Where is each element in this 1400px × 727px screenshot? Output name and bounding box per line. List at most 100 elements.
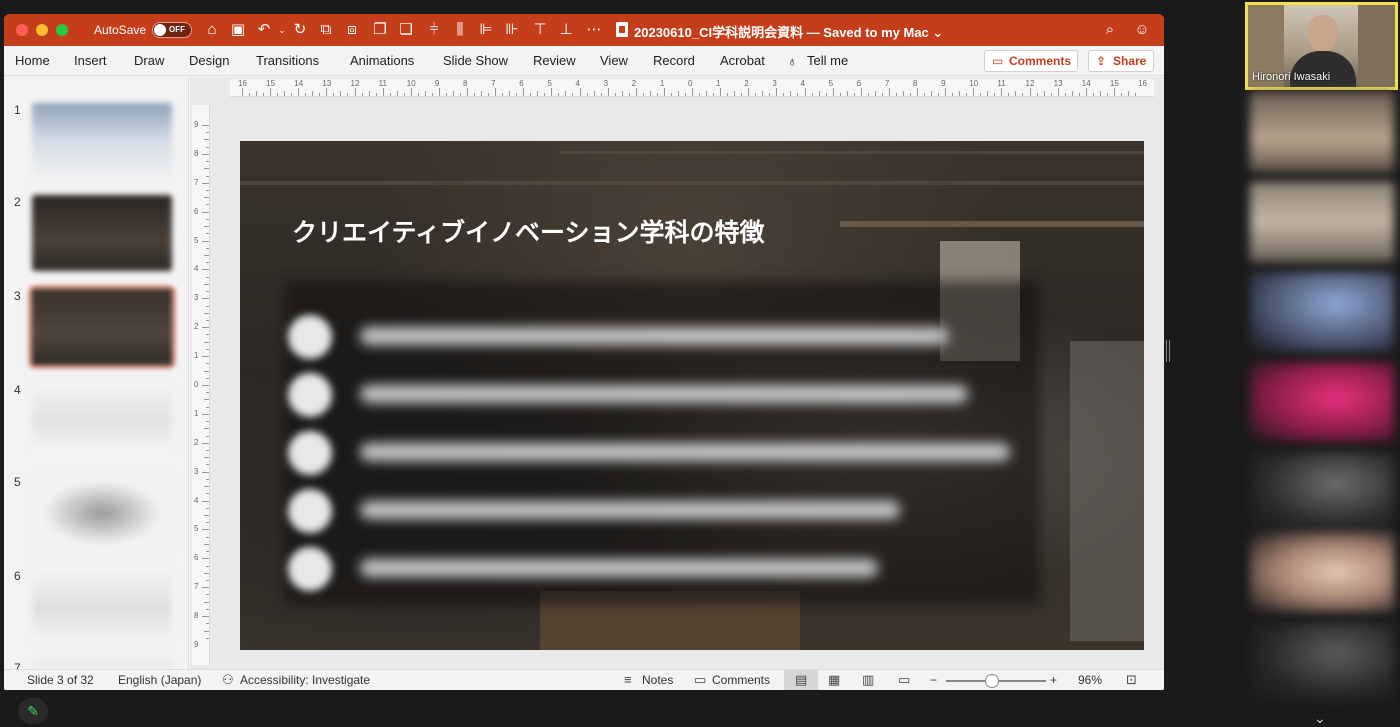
tab-insert[interactable]: Insert [74,53,107,68]
pane-resize-handle[interactable] [1166,340,1170,362]
current-slide[interactable]: クリエイティブイノベーション学科の特徴 [240,141,1144,650]
tab-draw[interactable]: Draw [134,53,164,68]
account-icon[interactable]: ☺ [1132,20,1152,40]
comment-icon: ▭ [992,54,1004,68]
ruler-tick [931,91,933,96]
ruler-tick [396,91,398,96]
thumbnail-number: 1 [14,103,21,117]
normal-view-icon: ▤ [795,672,808,687]
bookshelf-right [1358,5,1395,87]
zoom-participant-strip: Hironori Iwasaki ⌄ [1244,0,1400,727]
ruler-tick [206,161,209,163]
slide-thumbnails-pane[interactable]: 1 2 3 4 5 6 7 [4,77,189,675]
home-icon[interactable]: ⌂ [202,20,222,40]
ruler-tick [945,88,947,96]
slide-thumbnail-1[interactable] [32,103,172,179]
ruler-number: 8 [194,611,199,621]
annotate-pen-icon[interactable]: ✎ [18,698,48,724]
participant-tile[interactable] [1250,92,1394,172]
tab-view[interactable]: View [600,53,628,68]
slide-thumbnail-6[interactable] [32,567,172,643]
align-bottom-icon[interactable]: ⊥ [556,20,576,40]
tab-design[interactable]: Design [189,53,229,68]
zoom-window-button[interactable] [56,24,68,36]
ruler-tick [202,471,209,473]
undo-icon[interactable]: ↶ [254,20,274,40]
tab-record[interactable]: Record [653,53,695,68]
send-backward-icon[interactable]: ❏ [396,20,416,40]
ruler-number: 1 [659,79,665,88]
minimize-window-button[interactable] [36,24,48,36]
slide-editing-canvas[interactable]: 16 15 14 13 12 11 10 9 8 7 6 5 4 3 2 1 0 1 2 3 4 5 6 7 8 9 10 11 12 1… [190,77,1164,669]
redo-icon[interactable]: ↻ [290,20,310,40]
ruler-tick [424,91,426,96]
tab-transitions[interactable]: Transitions [256,53,319,68]
ruler-number: 15 [1109,79,1119,88]
zoom-in-button[interactable]: + [1050,673,1057,687]
tab-animations[interactable]: Animations [350,53,414,68]
share-button[interactable]: ⇪ Share [1088,50,1154,72]
list-bullet-circle [288,431,332,475]
align-top-icon[interactable]: ⊤ [530,20,550,40]
align-left-icon[interactable]: ⊫ [476,20,496,40]
notes-button[interactable]: Notes [642,673,673,687]
slide-thumbnail-2[interactable] [32,195,172,271]
more-commands-icon[interactable]: ⋯ [584,20,604,40]
ruler-tick [206,536,209,538]
participant-tile[interactable] [1250,452,1394,532]
ruler-number: 6 [194,206,199,216]
presenter-view-icon[interactable]: ▭ [898,672,910,688]
participant-tile[interactable] [1250,362,1394,442]
language-indicator[interactable]: English (Japan) [118,673,201,687]
fit-to-window-icon[interactable]: ⊡ [1126,672,1137,688]
align-center-icon[interactable]: ⫼ [450,20,470,40]
ruler-tick [551,88,553,96]
document-title[interactable]: 20230610_CI学科説明会資料 — Saved to my Mac ⌄ [634,22,943,41]
save-icon[interactable]: ▣ [228,20,248,40]
undo-dropdown-icon[interactable]: ⌄ [272,20,292,40]
active-speaker-video[interactable]: Hironori Iwasaki [1245,2,1398,90]
zoom-out-button[interactable]: − [930,673,937,687]
zoom-level[interactable]: 96% [1078,673,1102,687]
ruler-tick [1036,93,1038,96]
slide-thumbnail-7[interactable] [32,659,172,669]
tab-home[interactable]: Home [15,53,50,68]
ruler-number: 11 [997,79,1006,88]
tab-slide-show[interactable]: Slide Show [443,53,508,68]
ruler-tick [445,93,447,96]
ruler-tick [727,93,729,96]
slide-sorter-icon[interactable]: ▦ [828,672,840,688]
slide-thumbnail-5[interactable] [32,475,172,551]
arrange-icon[interactable]: ⧈ [342,20,362,40]
zoom-slider-handle[interactable] [985,674,999,688]
status-comments-button[interactable]: Comments [712,673,770,687]
slide-thumbnail-3[interactable] [29,286,175,368]
normal-view-button[interactable]: ▤ [784,670,818,690]
ruler-tick [204,601,209,603]
tab-review[interactable]: Review [533,53,576,68]
comments-button[interactable]: ▭ Comments [984,50,1078,72]
bring-forward-icon[interactable]: ❐ [370,20,390,40]
ruler-tick [202,327,209,329]
chevron-down-icon[interactable]: ⌄ [1314,710,1326,727]
tell-me-search[interactable]: Tell me [807,53,848,68]
shapes-icon[interactable]: ⧉ [316,20,336,40]
tab-acrobat[interactable]: Acrobat [720,53,765,68]
participant-tile[interactable] [1250,182,1394,262]
slide-title[interactable]: クリエイティブイノベーション学科の特徴 [292,213,765,249]
blurred-list-text [360,501,900,519]
participant-tile[interactable] [1250,532,1394,612]
close-window-button[interactable] [16,24,28,36]
accessibility-status[interactable]: Accessibility: Investigate [240,673,370,687]
ruler-number: 5 [828,79,834,88]
align-middle-icon[interactable]: ⫩ [424,20,444,40]
participant-tile[interactable] [1250,272,1394,352]
reading-view-icon[interactable]: ▥ [862,672,874,688]
ruler-tick [832,88,834,96]
slide-thumbnail-4[interactable] [32,381,172,457]
search-icon[interactable]: ⌕ [1100,20,1120,40]
ruler-number: 3 [772,79,777,88]
autosave-toggle[interactable]: OFF [152,22,192,38]
participant-tile[interactable] [1250,622,1394,702]
align-right-icon[interactable]: ⊪ [502,20,522,40]
